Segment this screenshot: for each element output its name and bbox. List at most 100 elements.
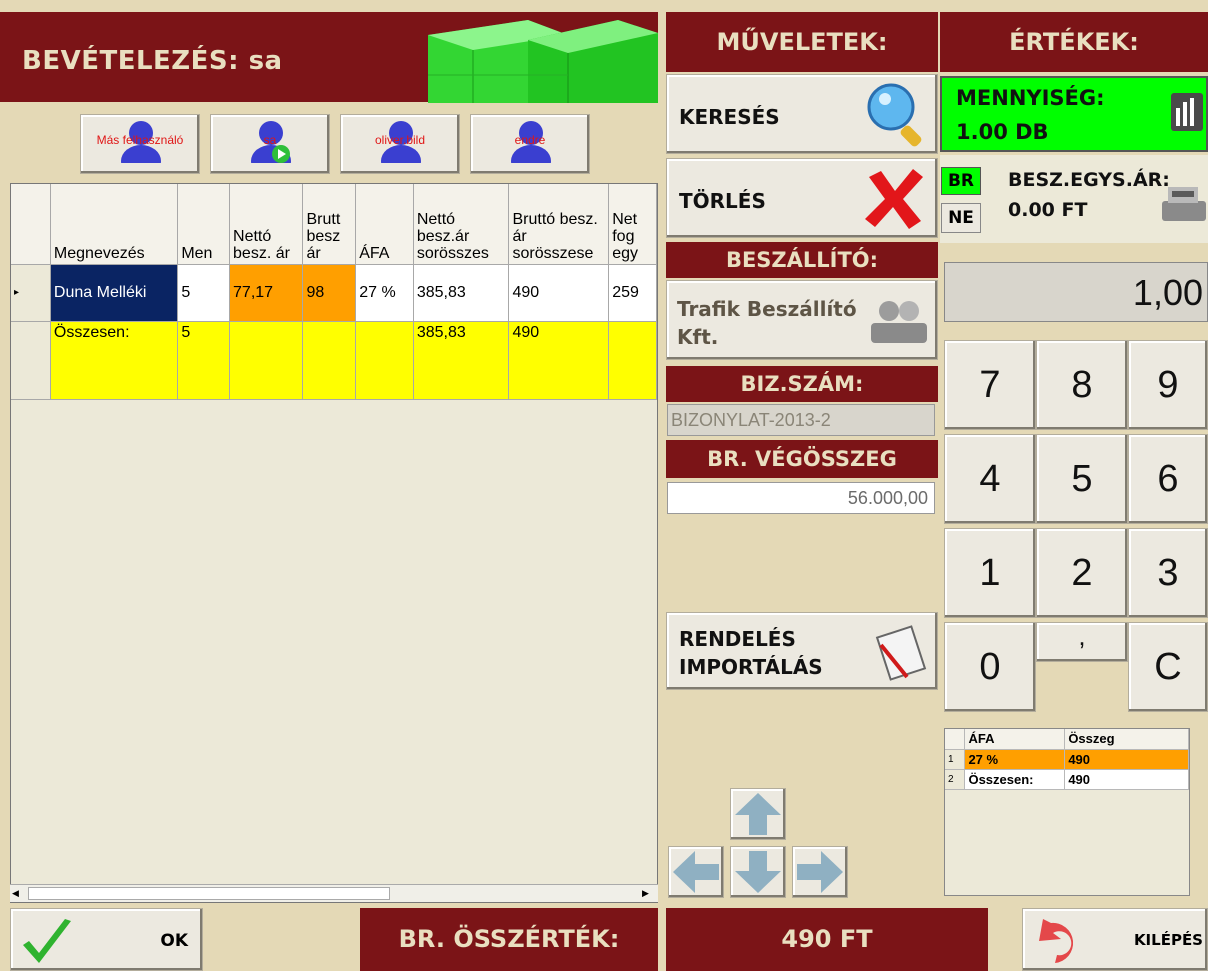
supplier-button[interactable]: Trafik Beszállító Kft. <box>666 280 938 360</box>
arrow-right-button[interactable] <box>792 846 848 898</box>
key-6[interactable]: 6 <box>1128 434 1208 524</box>
col-header[interactable]: Men <box>177 184 231 265</box>
keypad-display[interactable]: 1,00 <box>944 262 1208 322</box>
col-header[interactable]: Net fog egy <box>608 184 657 265</box>
cubes-logo-icon <box>428 20 658 103</box>
cell-total-net: 385,83 <box>413 321 510 400</box>
col-header[interactable]: Megnevezés <box>50 184 179 265</box>
gross-final-field[interactable]: 56.000,00 <box>667 482 935 514</box>
table-row[interactable]: ▸ Duna Melléki 5 77,17 98 27 % 385,83 49… <box>11 264 657 322</box>
arrow-left-button[interactable] <box>668 846 724 898</box>
vat-rate: 27 % <box>964 749 1066 770</box>
cell-name[interactable]: Duna Melléki <box>50 264 179 322</box>
quantity-value: 1.00 DB <box>956 120 1049 144</box>
import-order-label: RENDELÉS IMPORTÁLÁS <box>679 627 823 679</box>
cell-net-sale[interactable]: 259 <box>608 264 657 322</box>
horizontal-scrollbar[interactable]: ◀ ▶ <box>10 884 658 902</box>
doc-number-field[interactable]: BIZONYLAT-2013-2 <box>667 404 935 436</box>
arrow-down-button[interactable] <box>730 846 786 898</box>
vat-row[interactable]: 1 27 % 490 <box>945 749 1189 770</box>
user-button-sa[interactable]: sa <box>210 114 330 174</box>
row-header-corner <box>11 184 51 265</box>
ok-label: OK <box>160 931 188 951</box>
col-header[interactable]: Nettó besz. ár <box>229 184 304 265</box>
col-header[interactable]: ÁFA <box>355 184 414 265</box>
cell-total-qty: 5 <box>177 321 231 400</box>
scroll-right-icon[interactable]: ▶ <box>642 887 656 900</box>
supplier-header: BESZÁLLÍTÓ: <box>666 242 938 278</box>
row-indicator <box>11 321 51 400</box>
vat-corner <box>945 729 966 750</box>
col-header[interactable]: Nettó besz.ár sorösszes <box>413 184 510 265</box>
user-button-oliver[interactable]: oliver.bild <box>340 114 460 174</box>
cell-net-price[interactable]: 77,17 <box>229 264 304 322</box>
scroll-left-icon[interactable]: ◀ <box>12 887 26 900</box>
vat-row-number: 2 <box>945 769 966 790</box>
unit-price-value: 0.00 FT <box>1008 199 1088 221</box>
key-8[interactable]: 8 <box>1036 340 1128 430</box>
gross-total-value: 490 FT <box>666 908 988 971</box>
key-4[interactable]: 4 <box>944 434 1036 524</box>
vat-amount: 490 <box>1064 749 1189 770</box>
key-7[interactable]: 7 <box>944 340 1036 430</box>
cell-total-gross: 490 <box>508 321 610 400</box>
cell-gross-total[interactable]: 490 <box>508 264 610 322</box>
user-button-other[interactable]: Más felhasználó <box>80 114 200 174</box>
import-order-button[interactable]: RENDELÉS IMPORTÁLÁS <box>666 612 938 690</box>
gross-total-label: BR. ÖSSZÉRTÉK: <box>360 908 658 971</box>
key-5[interactable]: 5 <box>1036 434 1128 524</box>
arrow-left-icon <box>673 851 719 893</box>
vat-col-header[interactable]: ÁFA <box>964 729 1066 750</box>
ne-toggle[interactable]: NE <box>941 203 981 233</box>
col-header[interactable]: Bruttó besz. ár sorösszese <box>508 184 610 265</box>
vat-row[interactable]: 2 Összesen: 490 <box>945 769 1189 790</box>
cell-total-label: Összesen: <box>50 321 179 400</box>
ok-button[interactable]: OK <box>10 908 203 971</box>
cell-total <box>302 321 357 400</box>
values-header: ÉRTÉKEK: <box>940 12 1208 72</box>
scroll-thumb[interactable] <box>28 887 390 900</box>
user-label: endre <box>514 133 546 147</box>
key-1[interactable]: 1 <box>944 528 1036 618</box>
key-9[interactable]: 9 <box>1128 340 1208 430</box>
exit-button[interactable]: KILÉPÉS <box>1022 908 1208 971</box>
grid-header-row: Megnevezés Men Nettó besz. ár Brutt besz… <box>11 184 657 265</box>
key-3[interactable]: 3 <box>1128 528 1208 618</box>
vat-amount: 490 <box>1064 769 1189 790</box>
checkmark-icon <box>23 919 71 963</box>
key-comma[interactable]: , <box>1036 622 1128 662</box>
quantity-box[interactable]: MENNYISÉG: 1.00 DB <box>940 76 1208 152</box>
vat-col-header[interactable]: Összeg <box>1064 729 1189 750</box>
col-header[interactable]: Brutt besz ár <box>302 184 357 265</box>
items-grid[interactable]: Megnevezés Men Nettó besz. ár Brutt besz… <box>10 183 658 903</box>
exit-label: KILÉPÉS <box>1133 931 1203 949</box>
delete-button[interactable]: TÖRLÉS <box>666 158 938 238</box>
supplier-icon <box>871 301 927 343</box>
arrow-up-icon <box>735 793 781 835</box>
vat-row-number: 1 <box>945 749 966 770</box>
cell-gross-price[interactable]: 98 <box>302 264 357 322</box>
row-indicator-icon[interactable]: ▸ <box>11 264 51 322</box>
arrow-up-button[interactable] <box>730 788 786 840</box>
key-2[interactable]: 2 <box>1036 528 1128 618</box>
user-button-endre[interactable]: endre <box>470 114 590 174</box>
br-toggle[interactable]: BR <box>941 167 981 195</box>
bar-chart-icon <box>1171 93 1203 131</box>
red-x-icon <box>865 169 923 229</box>
undo-arrow-icon <box>1039 919 1074 963</box>
search-label: KERESÉS <box>679 105 780 129</box>
cell-vat[interactable]: 27 % <box>355 264 414 322</box>
doc-number-header: BIZ.SZÁM: <box>666 366 938 402</box>
cell-total <box>229 321 304 400</box>
supplier-name: Trafik Beszállító Kft. <box>677 297 857 349</box>
cell-qty[interactable]: 5 <box>177 264 231 322</box>
key-clear[interactable]: C <box>1128 622 1208 712</box>
search-button[interactable]: KERESÉS <box>666 74 938 154</box>
cell-total <box>355 321 414 400</box>
user-label: sa <box>263 133 277 147</box>
vat-summary-table[interactable]: ÁFA Összeg 1 27 % 490 2 Összesen: 490 <box>944 728 1190 896</box>
key-0[interactable]: 0 <box>944 622 1036 712</box>
cell-net-total[interactable]: 385,83 <box>413 264 510 322</box>
gross-final-header: BR. VÉGÖSSZEG <box>666 440 938 478</box>
unit-price-box[interactable]: BR NE BESZ.EGYS.ÁR: 0.00 FT <box>940 155 1208 243</box>
